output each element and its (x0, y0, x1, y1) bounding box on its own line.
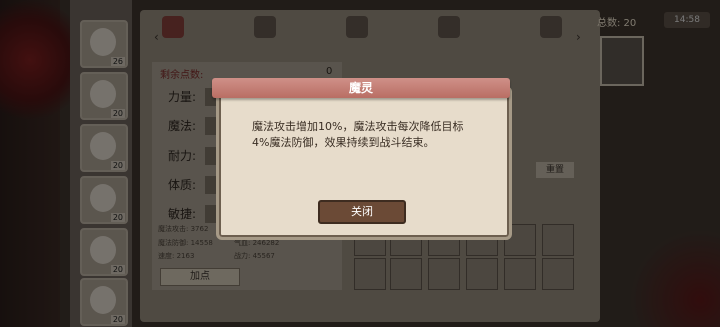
close-button[interactable]: 关闭 (318, 200, 406, 224)
description-line: 魔法攻击增加10%，魔法攻击每次降低目标 (252, 120, 464, 133)
description-line: 4%魔法防御，效果持续到战斗结束。 (252, 136, 435, 149)
dialog-description: 魔法攻击增加10%，魔法攻击每次降低目标 4%魔法防御，效果持续到战斗结束。 (252, 119, 492, 151)
dialog-title: 魔灵 (348, 81, 373, 95)
